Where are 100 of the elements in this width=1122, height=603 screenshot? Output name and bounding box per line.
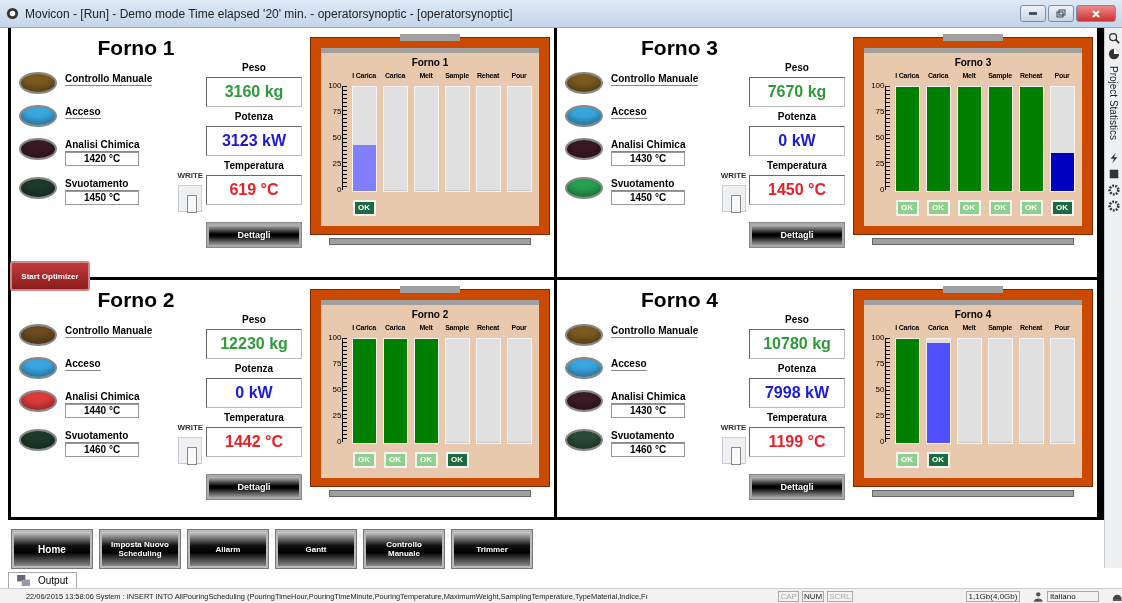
scale-label: 0: [337, 438, 342, 446]
details-button[interactable]: Dettagli: [207, 223, 301, 247]
temperature-field: 1420 °C: [65, 152, 139, 166]
search-icon[interactable]: [1107, 32, 1120, 44]
lamp-label: Analisi Chimica: [65, 138, 140, 152]
gear-icon[interactable]: [1107, 199, 1120, 212]
furnace-title: Forno 1: [97, 36, 175, 60]
reading-label: Temperatura: [767, 160, 827, 171]
write-switch[interactable]: [178, 437, 203, 464]
temperature-field: 1440 °C: [65, 404, 139, 418]
furnace-handle: [943, 286, 1003, 293]
lamp-label: Acceso: [65, 357, 101, 371]
reading-value: 1450 °C: [749, 175, 845, 205]
restore-button[interactable]: [1048, 5, 1074, 22]
reading-value: 12230 kg: [206, 329, 302, 359]
scale-label: 100: [871, 82, 885, 90]
write-switch[interactable]: [178, 185, 203, 212]
details-button[interactable]: Dettagli: [750, 223, 844, 247]
reading-value: 7998 kW: [749, 378, 845, 408]
close-button[interactable]: [1076, 5, 1116, 22]
start-optimizer-button[interactable]: Start Optimizer: [10, 261, 90, 291]
write-label: WRITE: [720, 171, 747, 180]
scale-label: 50: [875, 386, 885, 394]
reading-label: Peso: [785, 314, 809, 325]
scale-label: 100: [328, 334, 342, 342]
scale-label: 25: [875, 160, 885, 168]
language-field[interactable]: Italiano: [1046, 590, 1099, 602]
chart-title: Forno 4: [954, 309, 992, 320]
scale-label: 50: [332, 134, 342, 142]
close-icon: [1091, 8, 1101, 19]
app-logo-icon: [6, 7, 19, 20]
lamp-label: Controllo Manuale: [611, 72, 699, 86]
temperature-field: 1460 °C: [611, 443, 685, 457]
reading-label: Temperatura: [767, 412, 827, 423]
reading-value: 3160 kg: [206, 77, 302, 107]
lamp-label: Svuotamento: [611, 177, 685, 191]
key-indicator: CAP: [778, 590, 799, 602]
nav-button[interactable]: Gantt: [276, 530, 356, 568]
scale-label: 25: [875, 412, 885, 420]
reading-value: 10780 kg: [749, 329, 845, 359]
memory-usage: 1,1Gb(4,0Gb): [965, 590, 1021, 602]
nav-button[interactable]: Home: [12, 530, 92, 568]
write-switch[interactable]: [721, 437, 746, 464]
reading-label: Peso: [242, 62, 266, 73]
scale-label: 75: [332, 108, 342, 116]
lamp-label: Svuotamento: [611, 429, 685, 443]
minimize-button[interactable]: [1020, 5, 1046, 22]
details-button[interactable]: Dettagli: [207, 475, 301, 499]
lamp-label: Acceso: [611, 357, 647, 371]
output-tab[interactable]: Output: [8, 572, 78, 588]
scale-label: 25: [332, 160, 342, 168]
scale-label: 0: [337, 186, 342, 194]
furnace-title: Forno 4: [641, 288, 719, 312]
write-label: WRITE: [720, 423, 747, 432]
scale-label: 75: [875, 108, 885, 116]
window-icon[interactable]: [1107, 167, 1120, 180]
restore-icon: [1056, 8, 1066, 19]
chart-title: Forno 3: [954, 57, 992, 68]
ok-button[interactable]: OK: [926, 451, 950, 468]
reading-value: 3123 kW: [206, 126, 302, 156]
lamp-label: Analisi Chimica: [611, 138, 686, 152]
lamp-label: Acceso: [65, 105, 101, 119]
chart-title: Forno 1: [411, 57, 449, 68]
project-statistics-tab[interactable]: Project Statistics: [1108, 66, 1119, 140]
details-button[interactable]: Dettagli: [750, 475, 844, 499]
write-switch[interactable]: [721, 185, 746, 212]
ok-button[interactable]: OK: [1050, 199, 1074, 216]
nav-button[interactable]: Imposta Nuovo Scheduling: [100, 530, 180, 568]
nav-button[interactable]: Controllo Manuale: [364, 530, 444, 568]
temperature-field: 1430 °C: [611, 404, 685, 418]
lamp-label: Svuotamento: [65, 429, 139, 443]
lamp-label: Analisi Chimica: [65, 390, 140, 404]
reading-label: Potenza: [777, 363, 817, 374]
temperature-field: 1450 °C: [65, 191, 139, 205]
gear-icon[interactable]: [1107, 183, 1120, 196]
ok-button[interactable]: OK: [445, 451, 469, 468]
chart-title: Forno 2: [411, 309, 449, 320]
scale-label: 50: [332, 386, 342, 394]
reading-label: Potenza: [234, 363, 274, 374]
nav-button[interactable]: Trimmer: [452, 530, 532, 568]
reading-value: 1199 °C: [749, 427, 845, 457]
write-label: WRITE: [177, 423, 204, 432]
key-indicator: NUM: [801, 590, 825, 602]
ok-button[interactable]: OK: [352, 199, 376, 216]
furnace-handle: [400, 286, 460, 293]
lamp-label: Controllo Manuale: [611, 324, 699, 338]
scale-label: 0: [880, 186, 885, 194]
pie-chart-icon[interactable]: [1107, 48, 1120, 60]
furnace-title: Forno 2: [97, 288, 175, 312]
reading-value: 619 °C: [206, 175, 302, 205]
scale-label: 75: [332, 360, 342, 368]
scale-label: 100: [871, 334, 885, 342]
scale-label: 0: [880, 438, 885, 446]
lamp-label: Svuotamento: [65, 177, 139, 191]
reading-value: 7670 kg: [749, 77, 845, 107]
nav-button[interactable]: Allarm: [188, 530, 268, 568]
reading-value: 0 kW: [206, 378, 302, 408]
temperature-field: 1430 °C: [611, 152, 685, 166]
reading-label: Potenza: [234, 111, 274, 122]
reading-value: 1442 °C: [206, 427, 302, 457]
